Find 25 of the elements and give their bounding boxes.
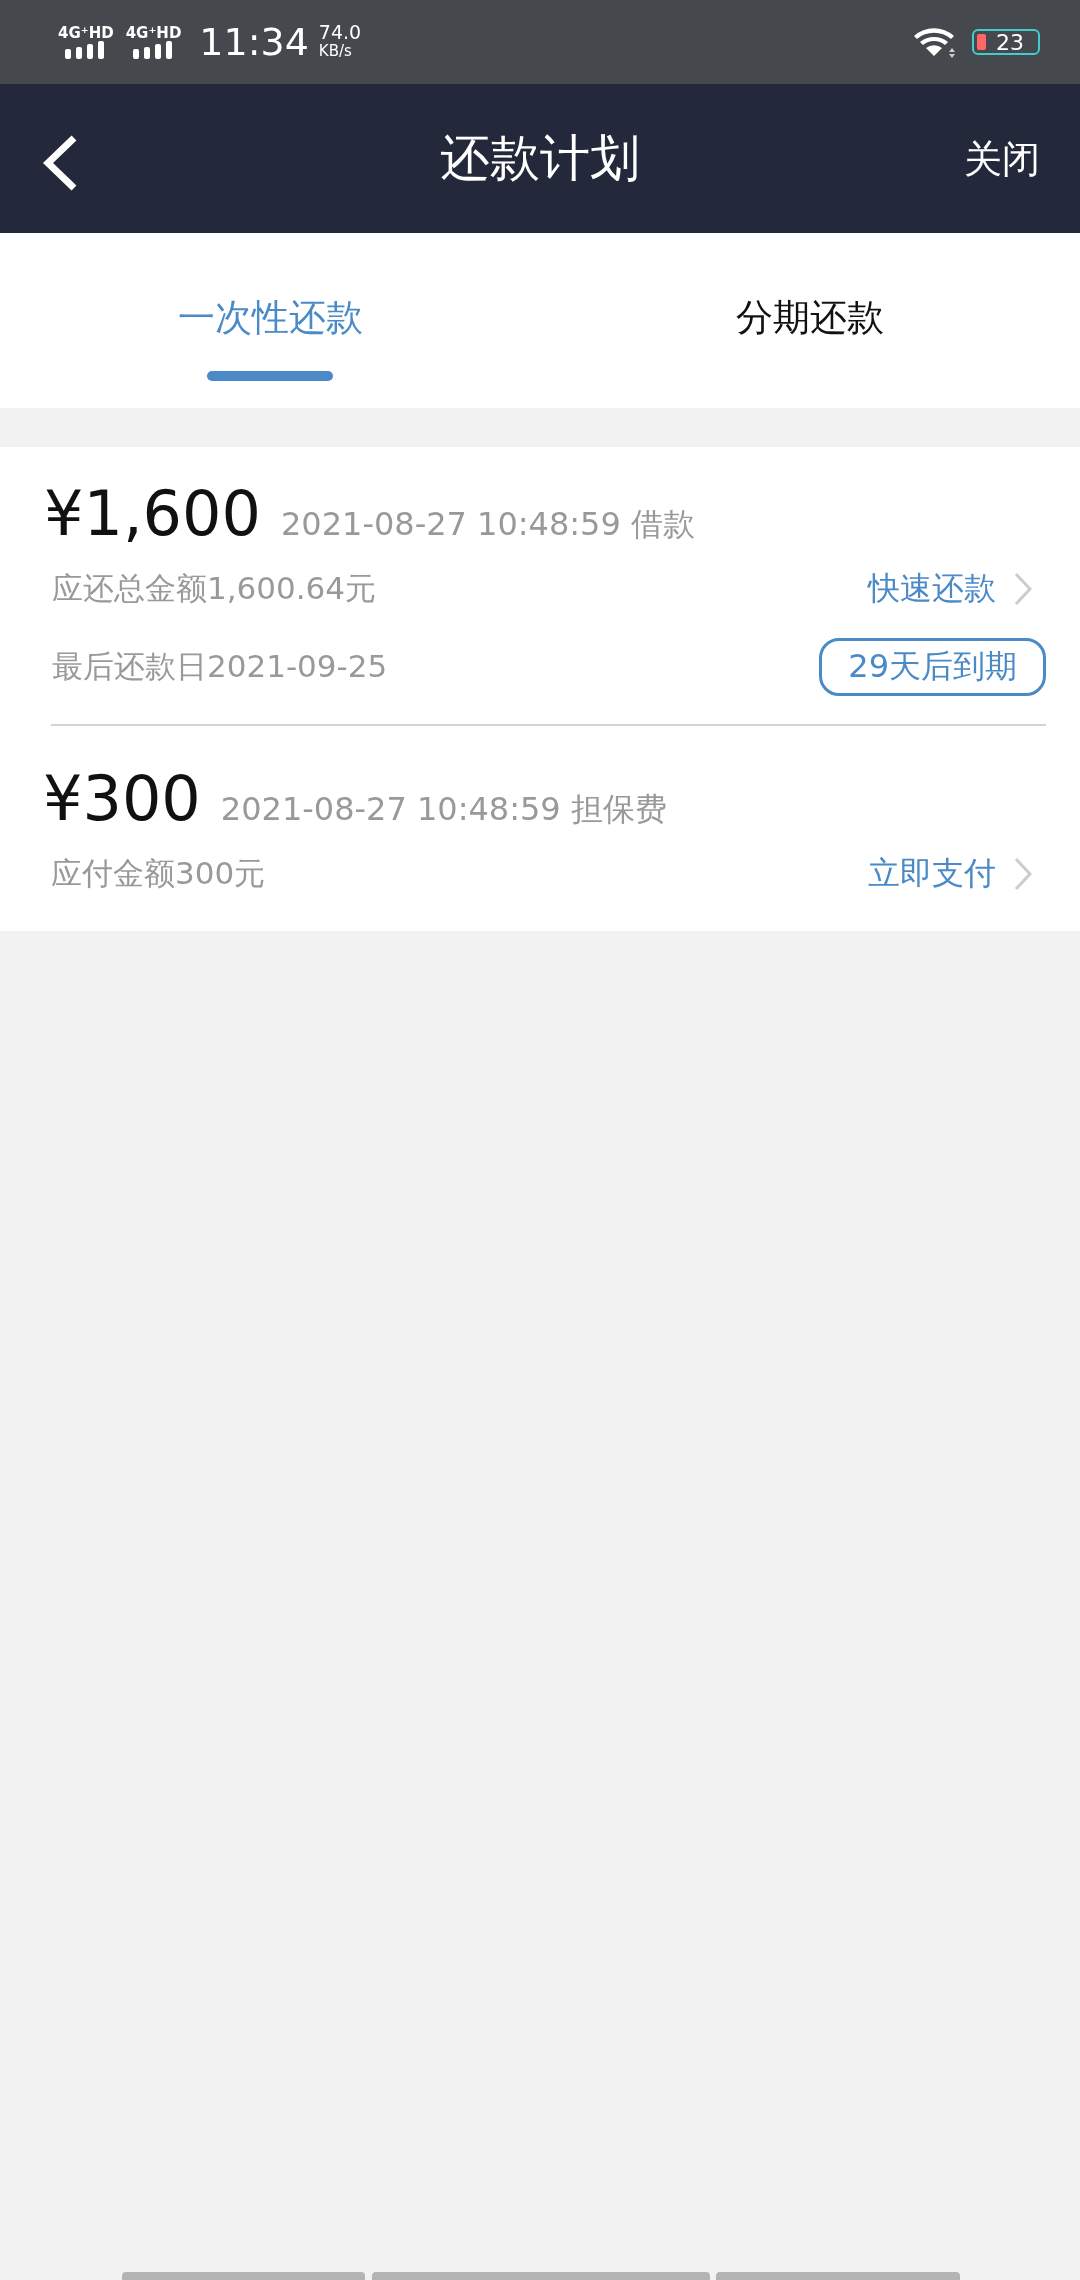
chevron-icon [1014, 857, 1032, 891]
detail-text: 最后还款日2021-09-25 [52, 647, 388, 686]
loan-time: 2021-08-27 10:48:59 借款 [280, 504, 695, 545]
tab[interactable]: 一次性还款 [0, 233, 540, 408]
due-badge: 29天后到期 [819, 638, 1046, 696]
signal-icon [64, 41, 107, 59]
action-link[interactable]: 立即支付 [868, 852, 1032, 896]
speed-unit: KB/s [318, 42, 353, 61]
network-label: 4G⁺HD [125, 25, 182, 41]
tab[interactable]: 分期还款 [540, 233, 1080, 408]
battery-icon: 23 [972, 29, 1040, 55]
network-label: 4G⁺HD [58, 25, 114, 41]
amount: ¥300 [43, 762, 201, 835]
detail-text: 应还总金额1,600.64元 [52, 569, 377, 608]
close-button[interactable]: 关闭 [964, 133, 1040, 184]
signal-icon [132, 41, 175, 59]
wifi-icon [912, 26, 958, 58]
clock: 11:34 [199, 20, 309, 64]
network-speed: 74.0 [318, 23, 362, 42]
page-title: 还款计划 [440, 128, 640, 189]
amount: ¥1,600 [44, 477, 261, 550]
detail-text: 应付金额300元 [51, 854, 266, 893]
action-link[interactable]: 快速还款 [868, 567, 1032, 611]
chevron-icon [1014, 572, 1032, 606]
loan-time: 2021-08-27 10:48:59 担保费 [220, 789, 667, 830]
